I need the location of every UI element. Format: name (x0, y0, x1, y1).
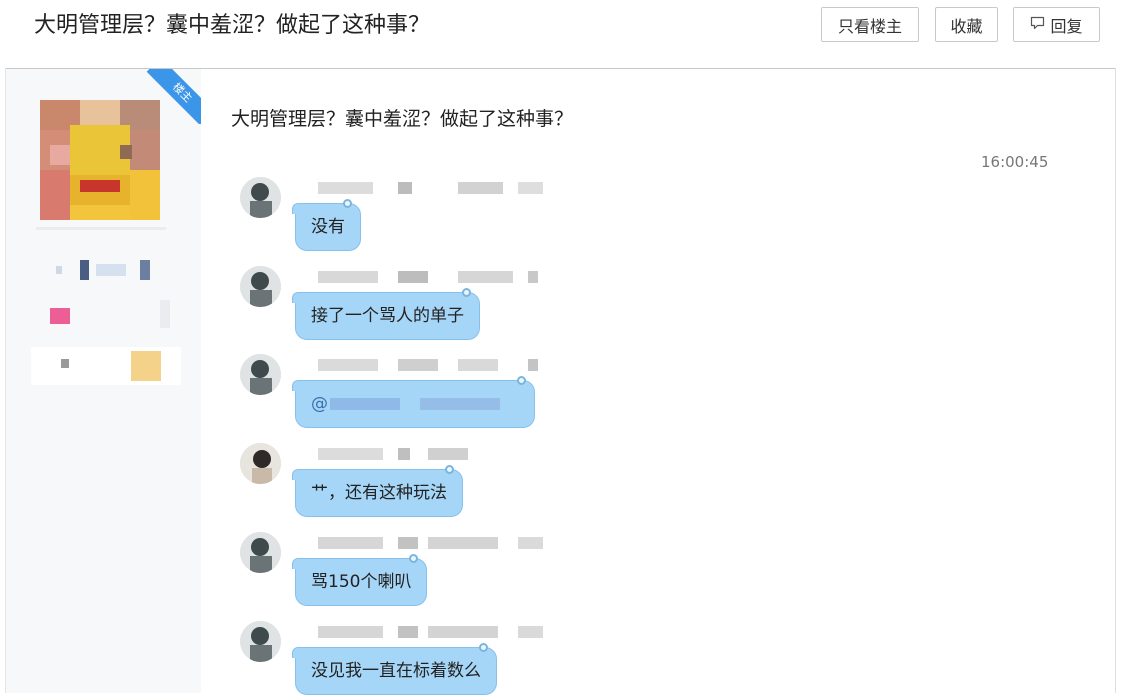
level-badge-blurred (50, 300, 172, 328)
sidebar-separator (36, 227, 166, 230)
chat-bubble-text: 接了一个骂人的单子 (311, 306, 464, 326)
reply-label: 回复 (1050, 16, 1083, 36)
chat-avatar[interactable] (240, 177, 281, 218)
chat-username-blurred (308, 269, 548, 285)
mention-blurred (420, 398, 500, 410)
chat-avatar[interactable] (240, 266, 281, 307)
chat-avatar[interactable] (240, 621, 281, 662)
op-badge-label: 楼主 (146, 69, 201, 124)
chat-avatar[interactable] (240, 354, 281, 395)
comment-icon (1030, 15, 1045, 34)
favorite-button[interactable]: 收藏 (935, 7, 998, 42)
chat-username-blurred (308, 446, 548, 462)
post-title: 大明管理层？囊中羞涩？做起了这种事？ (231, 108, 574, 130)
chat-bubble-text: 没有 (311, 217, 345, 237)
reply-button[interactable]: 回复 (1013, 7, 1100, 42)
chat-bubble: 骂150个喇叭 (292, 554, 428, 606)
chat-username-blurred (308, 357, 548, 373)
right-border (1115, 68, 1116, 693)
chat-bubble-text: 没见我一直在标着数么 (311, 661, 481, 681)
thread-header: 大明管理层？囊中羞涩？做起了这种事？ 只看楼主 收藏 回复 (0, 0, 1127, 68)
chat-bubble: @ (292, 376, 535, 428)
chat-username-blurred (308, 180, 548, 196)
user-medals-blurred (31, 347, 181, 385)
username-blurred[interactable] (56, 260, 156, 280)
post-time: 16:00:45 (981, 153, 1049, 171)
op-badge: 楼主 (146, 69, 201, 124)
chat-bubble: 没有 (292, 199, 361, 251)
author-sidebar: 楼主 (6, 69, 201, 693)
chat-bubble-text: 艹，还有这种玩法 (311, 483, 447, 503)
chat-bubble: 没见我一直在标着数么 (292, 643, 497, 695)
chat-username-blurred (308, 535, 548, 551)
chat-avatar[interactable] (240, 532, 281, 573)
chat-username-blurred (308, 624, 548, 640)
mention-blurred (330, 398, 400, 410)
chat-avatar[interactable] (240, 443, 281, 484)
only-op-button[interactable]: 只看楼主 (821, 7, 919, 42)
chat-bubble: 接了一个骂人的单子 (292, 288, 480, 340)
chat-bubble-text: @ (311, 394, 328, 414)
chat-bubble: 艹，还有这种玩法 (292, 465, 463, 517)
op-avatar[interactable] (40, 100, 160, 220)
chat-bubble-text: 骂150个喇叭 (311, 572, 412, 592)
thread-title: 大明管理层？囊中羞涩？做起了这种事？ (34, 13, 431, 38)
